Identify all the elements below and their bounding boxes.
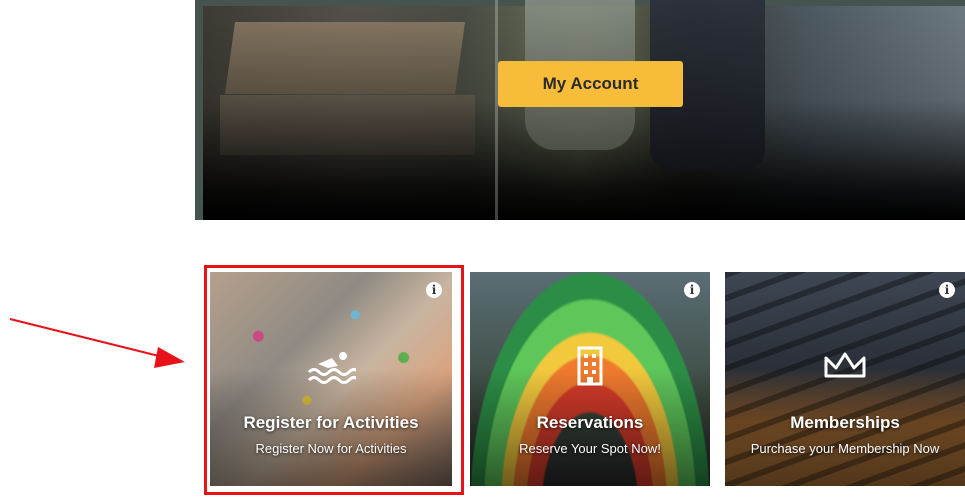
tile-title: Memberships xyxy=(790,413,900,432)
register-activities-tile[interactable]: i Register for Activities Register Now f… xyxy=(210,272,452,486)
info-icon[interactable]: i xyxy=(684,282,700,298)
tile-subtitle: Reserve Your Spot Now! xyxy=(519,441,661,456)
tile-row: i Register for Activities Register Now f… xyxy=(195,0,965,499)
info-icon[interactable]: i xyxy=(426,282,442,298)
tile-title: Reservations xyxy=(536,413,644,432)
tile-subtitle: Register Now for Activities xyxy=(255,441,407,456)
info-icon[interactable]: i xyxy=(939,282,955,298)
page-frame: My Account i Register for Activities Reg… xyxy=(195,0,965,499)
swimming-icon xyxy=(307,352,356,384)
tile-subtitle: Purchase your Membership Now xyxy=(750,441,940,456)
building-icon xyxy=(577,346,603,386)
reservations-tile[interactable]: i Reservations Reserve Your Spot Now! xyxy=(470,272,710,486)
crown-icon xyxy=(824,352,866,378)
memberships-tile[interactable]: i Memberships Purchase your Membership N… xyxy=(725,272,965,486)
tile-title: Register for Activities xyxy=(243,413,419,432)
